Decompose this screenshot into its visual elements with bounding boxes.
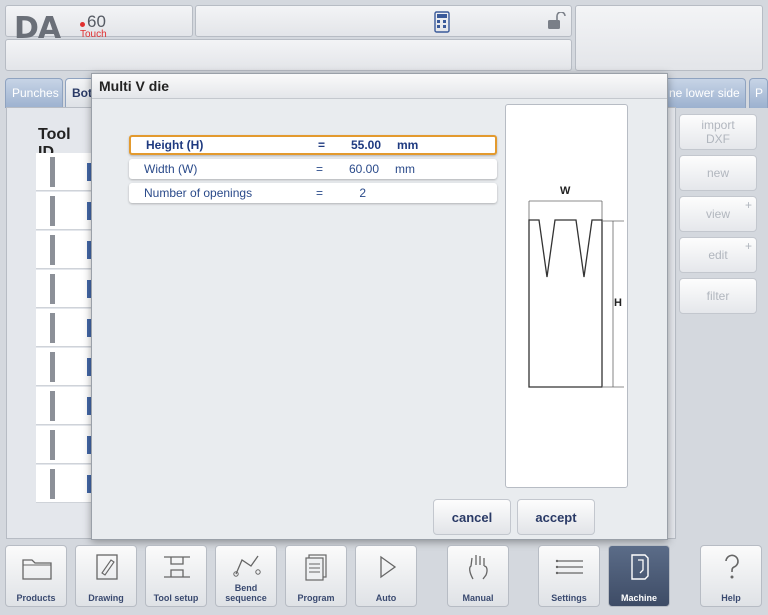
status-bar — [195, 5, 572, 37]
nav-auto-button[interactable]: Auto — [355, 545, 417, 607]
new-button[interactable]: new — [679, 155, 757, 191]
header-right-panel — [575, 5, 763, 71]
tool-list-item[interactable] — [36, 270, 92, 308]
nav-manual-button[interactable]: Manual — [447, 545, 509, 607]
accept-button[interactable]: accept — [517, 499, 595, 535]
die-shape-icon — [50, 274, 55, 304]
plus-icon: + — [744, 198, 752, 212]
nav-tool-setup-button[interactable]: Tool setup — [145, 545, 207, 607]
tool-list-item[interactable] — [36, 231, 92, 269]
nav-drawing-button[interactable]: Drawing — [75, 545, 137, 607]
die-shape-icon — [50, 352, 55, 382]
calculator-icon[interactable] — [434, 11, 450, 36]
tool-list-item[interactable] — [36, 426, 92, 464]
tool-list-item[interactable] — [36, 387, 92, 425]
dialog-title: Multi V die — [92, 74, 667, 99]
message-bar — [5, 39, 572, 71]
tool-list-item[interactable] — [36, 465, 92, 503]
tool-list-item[interactable] — [36, 153, 92, 191]
tab-more[interactable]: P — [749, 78, 768, 108]
nav-machine-button[interactable]: Machine — [608, 545, 670, 607]
import-dxf-button[interactable]: import DXF — [679, 114, 757, 150]
logo-panel: DA 60 Touch — [5, 5, 193, 44]
plus-icon: + — [744, 239, 752, 253]
height-dimension-label: H — [614, 297, 622, 309]
multi-v-die-shape — [528, 200, 624, 388]
view-button[interactable]: view + — [679, 196, 757, 232]
die-shape-icon — [50, 196, 55, 226]
nav-help-button[interactable]: Help — [700, 545, 762, 607]
width-dimension-label: W — [560, 185, 571, 197]
die-shape-icon — [50, 430, 55, 460]
unlock-icon[interactable] — [546, 11, 566, 33]
edit-button[interactable]: edit + — [679, 237, 757, 273]
die-shape-icon — [50, 235, 55, 265]
logo-dot — [80, 22, 85, 27]
tool-id-header: Tool ID — [38, 126, 71, 161]
nav-products-button[interactable]: Products — [5, 545, 67, 607]
nav-settings-button[interactable]: Settings — [538, 545, 600, 607]
tab-lower-side[interactable]: ne lower side — [662, 78, 746, 108]
die-shape-icon — [50, 157, 55, 187]
openings-field[interactable]: Number of openings = 2 — [129, 183, 497, 203]
nav-bend-sequence-button[interactable]: Bend sequence — [215, 545, 277, 607]
die-shape-icon — [50, 391, 55, 421]
nav-program-button[interactable]: Program — [285, 545, 347, 607]
width-field[interactable]: Width (W) = 60.00 mm — [129, 159, 497, 179]
tool-list-item[interactable] — [36, 192, 92, 230]
cancel-button[interactable]: cancel — [433, 499, 511, 535]
filter-button[interactable]: filter — [679, 278, 757, 314]
die-shape-icon — [50, 313, 55, 343]
height-field[interactable]: Height (H) = 55.00 mm — [129, 135, 497, 155]
die-shape-icon — [50, 469, 55, 499]
die-drawing: W H — [505, 104, 628, 488]
multi-v-die-dialog: Multi V die Height (H) = 55.00 mm Width … — [91, 73, 668, 540]
tool-list-item[interactable] — [36, 309, 92, 347]
tool-list-item[interactable] — [36, 348, 92, 386]
tab-punches[interactable]: Punches — [5, 78, 63, 108]
